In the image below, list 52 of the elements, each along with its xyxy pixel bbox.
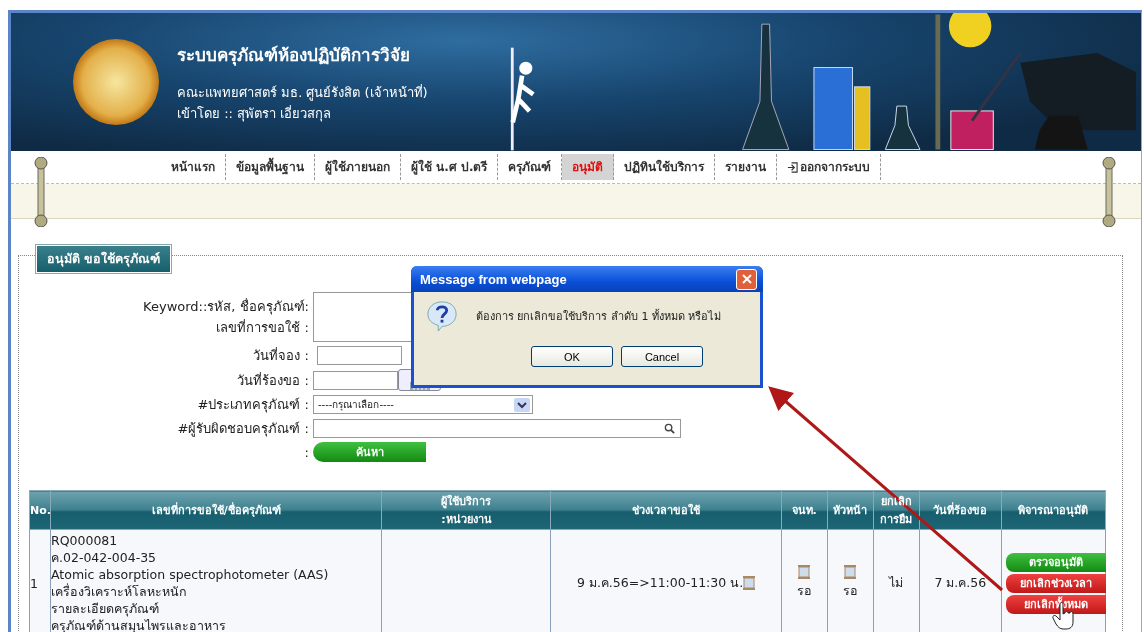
- field-label: วันที่จอง :: [252, 346, 310, 365]
- field-label: เลขที่การขอใช้ :: [216, 318, 310, 337]
- column-header: พิจารณาอนุมัติ: [1001, 490, 1106, 530]
- nav-link[interactable]: หน้าแรก: [161, 154, 226, 180]
- question-icon: [426, 300, 458, 332]
- cancel-button[interactable]: Cancel: [621, 346, 703, 367]
- cancel-button[interactable]: ยกเลิกช่วงเวลา: [1005, 573, 1106, 593]
- column-header: No.: [29, 490, 51, 530]
- logged-in-user: เข้าโดย :: สุพัตรา เอี่ยวสกุล: [177, 104, 333, 124]
- field-label: :: [303, 444, 310, 460]
- table-cell: 7 ม.ค.56: [919, 529, 1002, 632]
- column-header: จนท.: [781, 490, 828, 530]
- hourglass-icon: [798, 565, 811, 579]
- column-header: หัวหน้า: [827, 490, 874, 530]
- column-header: ช่วงเวลาขอใช้: [550, 490, 782, 530]
- chevron-down-icon: [514, 397, 530, 412]
- nav-link[interactable]: ปฏิทินใช้บริการ: [614, 154, 716, 180]
- field-label: Keyword::รหัส, ชื่อครุภัณฑ์:: [143, 297, 310, 317]
- binder-ring-icon: [1101, 157, 1117, 227]
- responsible-field[interactable]: [313, 419, 681, 438]
- field-label: #ผู้รับผิดชอบครุภัณฑ์ :: [176, 420, 310, 439]
- table-cell: รอ: [781, 529, 828, 632]
- close-icon: [741, 274, 752, 284]
- exit-icon: [787, 161, 799, 173]
- table-cell: ไม่: [873, 529, 920, 632]
- column-header: ผู้ใช้บริการ :หน่วยงาน: [381, 490, 551, 530]
- column-header: เลขที่การขอใช้/ชื่อครุภัณฑ์: [50, 490, 382, 530]
- hourglass-icon: [844, 565, 857, 579]
- hourglass-icon: [743, 576, 756, 590]
- type-dropdown[interactable]: ----กรุณาเลือก----: [313, 395, 533, 414]
- nav-link[interactable]: รายงาน: [715, 154, 778, 180]
- section-title: อนุมัติ ขอใช้ครุภัณฑ์: [36, 245, 172, 273]
- date-field[interactable]: [313, 370, 398, 390]
- site-title: ระบบครุภัณฑ์ห้องปฏิบัติการวิจัย: [177, 43, 411, 68]
- nav-link[interactable]: ออกจากระบบ: [777, 154, 882, 180]
- column-header: วันที่ร้องขอ: [919, 490, 1002, 530]
- date-field[interactable]: [317, 346, 402, 365]
- table-cell: 9 ม.ค.56=>11:00-11:30 น.: [550, 529, 782, 632]
- nav-link[interactable]: ผู้ใช้ภายนอก: [315, 154, 401, 180]
- dialog-title: Message from webpage: [420, 271, 567, 287]
- faculty-subtitle: คณะแพทยศาสตร์ มธ. ศูนย์รังสิต (เจ้าหน้าที่): [177, 83, 428, 103]
- dialog-message: ต้องการ ยกเลิกขอใช้บริการ ลำดับ 1 ทั้งหมด หรือไม่: [476, 308, 722, 325]
- field-label: #ประเภทครุภัณฑ์ :: [196, 396, 310, 415]
- search-icon: [664, 423, 675, 434]
- binder-ring-icon: [33, 157, 49, 227]
- field-label: วันที่ร้องขอ :: [236, 371, 310, 390]
- ok-button[interactable]: OK: [531, 346, 613, 367]
- nav-link[interactable]: ผู้ใช้ น.ศ ป.ตรี: [401, 154, 499, 180]
- table-cell: 1: [29, 529, 51, 632]
- close-button[interactable]: [736, 268, 757, 290]
- table-cell: รอ: [827, 529, 874, 632]
- nav-link[interactable]: ข้อมูลพื้นฐาน: [226, 154, 315, 180]
